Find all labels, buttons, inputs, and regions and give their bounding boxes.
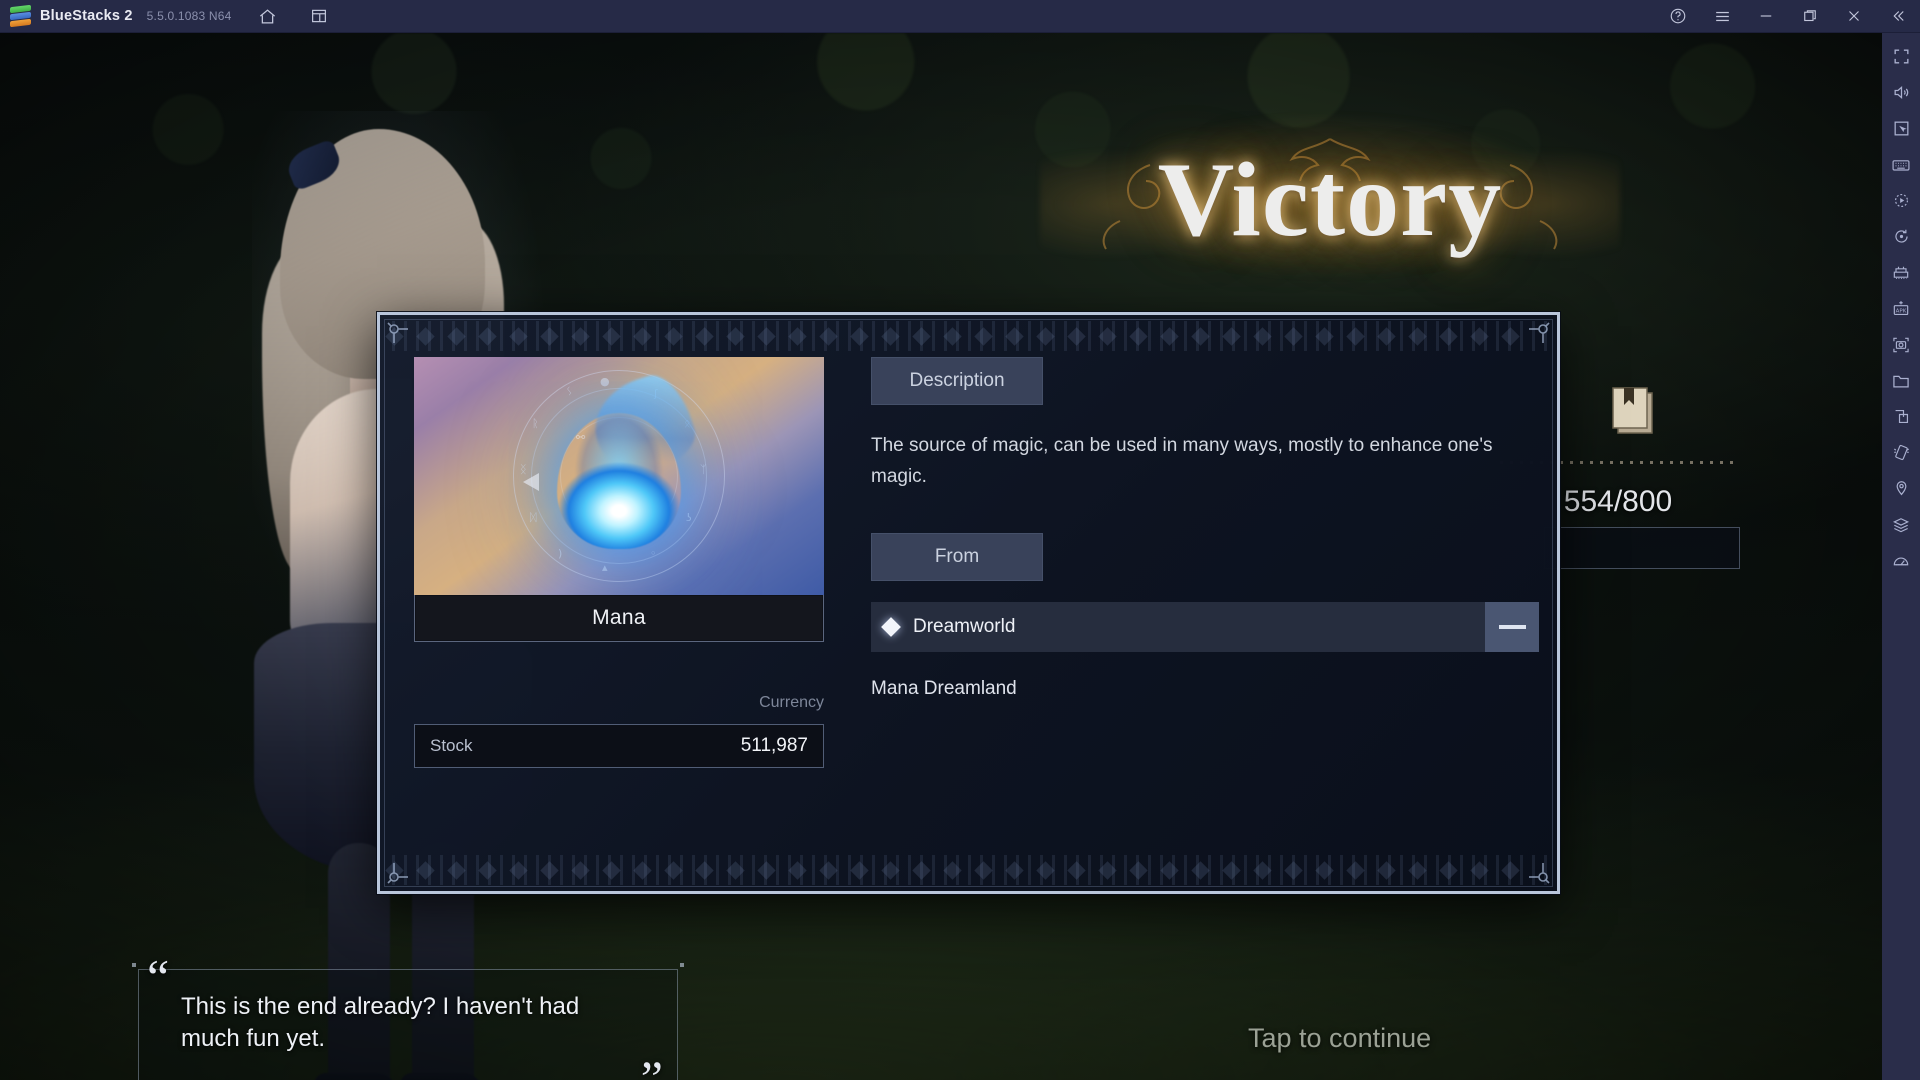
source-sublabel: Mana Dreamland bbox=[871, 677, 1017, 699]
item-name: Mana bbox=[592, 606, 646, 629]
dialog-top-diamonds bbox=[385, 323, 1549, 349]
corner-ornament-bottom-left bbox=[387, 863, 408, 884]
maximize-icon[interactable] bbox=[1788, 0, 1832, 33]
media-manager-icon[interactable] bbox=[1884, 363, 1918, 398]
description-tab-label: Description bbox=[909, 370, 1005, 391]
window-controls bbox=[1656, 0, 1920, 33]
performance-icon[interactable] bbox=[1884, 543, 1918, 578]
item-name-bar: Mana bbox=[414, 595, 824, 642]
title-bar: BlueStacks 2 5.5.0.1083 N64 bbox=[0, 0, 1920, 33]
from-tab-label: From bbox=[934, 545, 980, 567]
dialog-bottom-diamonds bbox=[385, 857, 1549, 883]
from-tab[interactable]: From bbox=[871, 532, 1043, 581]
item-detail-dialog: ● ʃ ᛟ ᛉ ʖ ◦ ▴ ) ᛞ ᛝ ᚱ ᛊ ⚯ bbox=[377, 312, 1560, 894]
title-bar-left: BlueStacks 2 5.5.0.1083 N64 bbox=[0, 3, 334, 29]
fullscreen-icon[interactable] bbox=[1884, 39, 1918, 74]
description-tab[interactable]: Description bbox=[871, 357, 1043, 405]
quote-open-icon: “ bbox=[147, 949, 170, 1005]
close-icon[interactable] bbox=[1832, 0, 1876, 33]
keyboard-icon[interactable] bbox=[1884, 147, 1918, 182]
stock-row: Stock 511,987 bbox=[414, 724, 824, 768]
screenshot-icon[interactable] bbox=[1884, 327, 1918, 362]
eco-mode-icon[interactable] bbox=[1884, 507, 1918, 542]
source-row-dreamworld[interactable]: Dreamworld bbox=[871, 601, 1539, 652]
rotate-icon[interactable] bbox=[1884, 219, 1918, 254]
collapse-source-button[interactable] bbox=[1485, 601, 1539, 652]
item-artwork: ● ʃ ᛟ ᛉ ʖ ◦ ▴ ) ᛞ ᛝ ᚱ ᛊ ⚯ bbox=[414, 357, 824, 595]
dialog-top-band bbox=[386, 321, 1551, 351]
currency-label: Currency bbox=[759, 694, 824, 711]
victory-title: Victory bbox=[1157, 141, 1503, 258]
from-tab-wrapper: From bbox=[871, 532, 1523, 581]
diamond-bullet-icon bbox=[881, 616, 901, 637]
counter-panel bbox=[1544, 527, 1740, 569]
source-name: Dreamworld bbox=[913, 615, 1016, 637]
home-icon[interactable] bbox=[253, 3, 283, 29]
dialog-body: ● ʃ ᛟ ᛉ ʖ ◦ ▴ ) ᛞ ᛝ ᚱ ᛊ ⚯ bbox=[414, 357, 1539, 849]
collapse-sidebar-icon[interactable] bbox=[1876, 0, 1920, 33]
dialog-bottom-band bbox=[386, 855, 1551, 885]
macro-recorder-icon[interactable] bbox=[1884, 183, 1918, 218]
corner-ornament-top-right bbox=[1529, 322, 1550, 343]
item-detail-column: Description The source of magic, can be … bbox=[871, 357, 1539, 700]
help-icon[interactable] bbox=[1656, 0, 1700, 33]
tap-to-continue-prompt[interactable]: Tap to continue bbox=[1248, 1023, 1588, 1054]
book-icon[interactable] bbox=[1608, 385, 1660, 439]
cursor-icon[interactable] bbox=[1884, 111, 1918, 146]
corner-ornament-bottom-right bbox=[1529, 863, 1550, 884]
bluestacks-logo-icon bbox=[10, 4, 31, 27]
shake-icon[interactable] bbox=[1884, 435, 1918, 470]
menu-icon[interactable] bbox=[1700, 0, 1744, 33]
stock-value: 511,987 bbox=[740, 735, 808, 756]
stock-label: Stock bbox=[430, 736, 473, 755]
bluestacks-window: BlueStacks 2 5.5.0.1083 N64 Victory 554/… bbox=[0, 0, 1920, 1080]
game-viewport[interactable]: Victory 554/800 ● ᛉ ʖ ◦ ▴) ᛞ ᛝ ᚱ ᛊ Mana… bbox=[0, 33, 1882, 1080]
instances-icon[interactable] bbox=[304, 3, 334, 29]
dialogue-text: This is the end already? I haven't had m… bbox=[181, 993, 580, 1052]
volume-icon[interactable] bbox=[1884, 75, 1918, 110]
location-icon[interactable] bbox=[1884, 471, 1918, 506]
circle-arrow-marker bbox=[523, 472, 539, 491]
copy-paste-icon[interactable] bbox=[1884, 399, 1918, 434]
quote-close-icon: ” bbox=[640, 1050, 663, 1080]
item-card-column: ● ʃ ᛟ ᛉ ʖ ◦ ▴ ) ᛞ ᛝ ᚱ ᛊ ⚯ bbox=[414, 357, 824, 768]
currency-label-row: Currency bbox=[414, 694, 824, 712]
app-version: 5.5.0.1083 N64 bbox=[146, 9, 232, 23]
install-apk-icon[interactable]: APK bbox=[1884, 291, 1918, 326]
corner-ornament-top-left bbox=[387, 322, 408, 343]
character-dialogue-box: “ This is the end already? I haven't had… bbox=[132, 952, 684, 1080]
minimize-icon[interactable] bbox=[1744, 0, 1788, 33]
svg-text:APK: APK bbox=[1896, 308, 1907, 314]
bluestacks-sidebar: APK bbox=[1882, 33, 1920, 1080]
description-text: The source of magic, can be used in many… bbox=[871, 435, 1493, 487]
multi-instance-icon[interactable] bbox=[1884, 255, 1918, 290]
victory-banner: Victory bbox=[1040, 103, 1620, 297]
app-title: BlueStacks 2 bbox=[40, 8, 133, 24]
